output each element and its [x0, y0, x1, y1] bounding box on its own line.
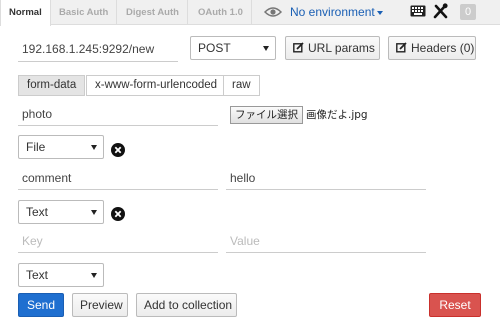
headers-button[interactable]: Headers (0): [388, 36, 476, 60]
param-type-select[interactable]: File: [18, 135, 104, 159]
value-field[interactable]: hello: [226, 166, 426, 190]
method-select[interactable]: POST: [190, 36, 276, 60]
add-to-collection-button[interactable]: Add to collection: [136, 293, 237, 317]
param-type-value: Text: [26, 268, 49, 282]
top-tab-bar: Normal Basic Auth Digest Auth OAuth 1.0 …: [0, 0, 500, 26]
param-type-select[interactable]: Text: [18, 200, 104, 224]
preview-button[interactable]: Preview: [72, 293, 128, 317]
edit-icon: [396, 42, 407, 53]
value-field[interactable]: Value: [226, 229, 426, 253]
environment-label: No environment: [290, 5, 375, 19]
tab-basic-auth[interactable]: Basic Auth: [51, 0, 118, 25]
key-field[interactable]: photo: [18, 102, 218, 126]
tools-icon[interactable]: [433, 3, 448, 19]
url-params-label: URL params: [308, 41, 375, 55]
choose-file-button[interactable]: ファイル選択: [230, 106, 303, 124]
history-count-badge: 0: [460, 4, 476, 20]
param-type-value: Text: [26, 205, 49, 219]
param-type-select[interactable]: Text: [18, 263, 104, 287]
url-input[interactable]: [18, 36, 178, 62]
tab-oauth[interactable]: OAuth 1.0: [190, 0, 252, 25]
reset-button[interactable]: Reset: [429, 293, 481, 317]
headers-label: Headers (0): [411, 41, 475, 55]
chevron-down-icon: [91, 145, 97, 150]
remove-row-icon[interactable]: [111, 143, 125, 157]
tab-form-data[interactable]: form-data: [18, 75, 86, 96]
tab-digest-auth[interactable]: Digest Auth: [118, 0, 188, 25]
chevron-down-icon: [376, 10, 383, 15]
key-field[interactable]: Key: [18, 229, 218, 253]
eye-icon: [264, 7, 282, 17]
chevron-down-icon: [91, 273, 97, 278]
tab-x-www-form-urlencoded[interactable]: x-www-form-urlencoded: [86, 75, 227, 96]
tab-raw[interactable]: raw: [223, 75, 260, 96]
key-field[interactable]: comment: [18, 166, 218, 190]
tab-normal[interactable]: Normal: [0, 0, 51, 26]
chevron-down-icon: [91, 210, 97, 215]
method-value: POST: [198, 41, 231, 55]
chevron-down-icon: [263, 46, 269, 51]
keyboard-icon[interactable]: [410, 4, 426, 18]
send-button[interactable]: Send: [18, 293, 64, 317]
remove-row-icon[interactable]: [111, 207, 125, 221]
edit-icon: [293, 42, 304, 53]
url-params-button[interactable]: URL params: [285, 36, 380, 60]
file-name: 画像だよ.jpg: [306, 109, 368, 121]
param-type-value: File: [26, 140, 46, 154]
environment-selector[interactable]: No environment: [290, 0, 383, 24]
